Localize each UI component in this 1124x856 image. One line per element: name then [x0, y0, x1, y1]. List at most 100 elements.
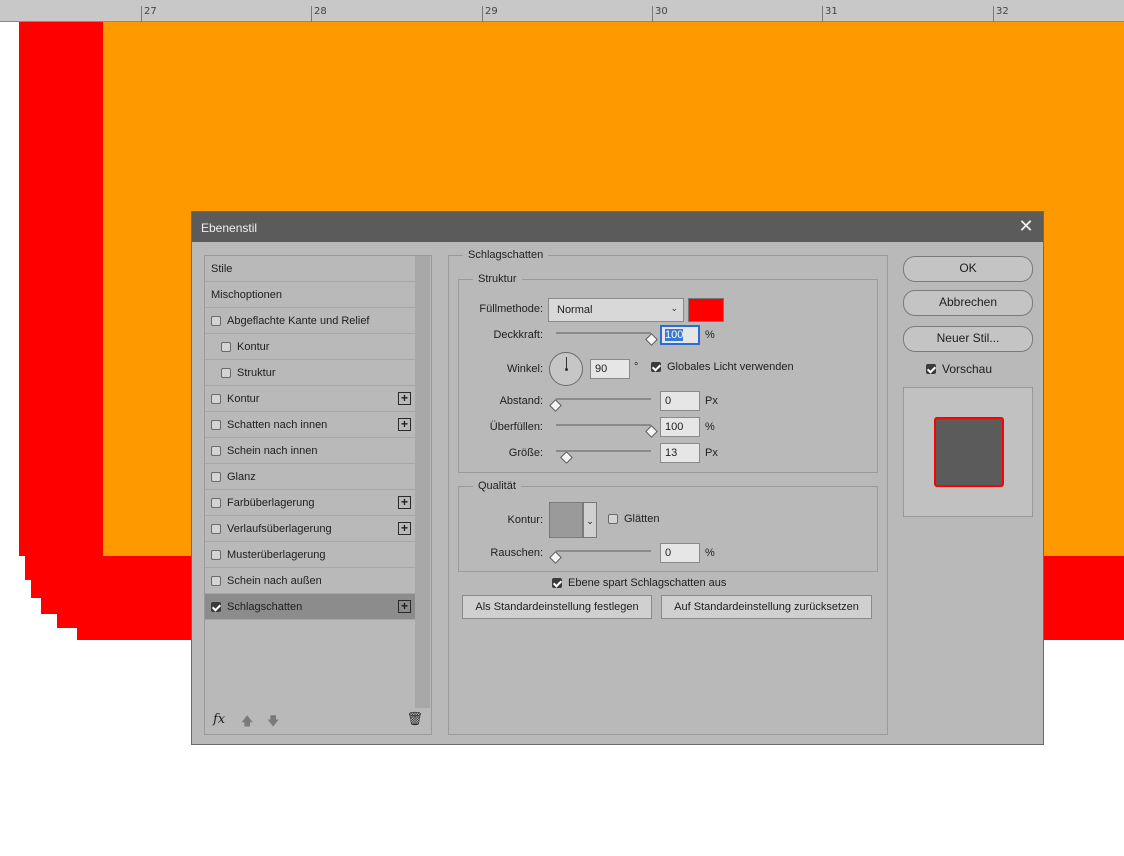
style-item-10[interactable]: Verlaufsüberlagerung +	[205, 516, 415, 542]
ruler-label: 32	[996, 6, 1009, 17]
opacity-slider-track[interactable]	[556, 332, 651, 334]
style-checkbox[interactable]	[211, 575, 221, 586]
distance-input[interactable]: 0	[660, 391, 700, 411]
layer-style-dialog: Ebenenstil ✕ Stile Mischoptionen Abgeflach…	[191, 211, 1044, 745]
ruler-label: 28	[314, 6, 327, 17]
style-checkbox[interactable]	[221, 341, 231, 352]
opacity-slider-knob[interactable]	[645, 333, 658, 346]
style-item-11[interactable]: Musterüberlagerung	[205, 542, 415, 568]
opacity-input[interactable]: 100	[660, 325, 700, 345]
size-label: Größe:	[508, 447, 543, 459]
global-light-checkbox[interactable]	[651, 362, 661, 372]
quality-group: Qualität Kontur: ⌄ Glätten Rauschen: 0 %	[458, 480, 878, 572]
opacity-label: Deckkraft:	[493, 329, 543, 341]
reset-default-button[interactable]: Auf Standardeinstellung zurücksetzen	[661, 595, 872, 619]
preview-checkbox[interactable]	[926, 364, 936, 374]
style-checkbox[interactable]	[211, 471, 221, 482]
style-checkbox[interactable]	[211, 393, 221, 404]
styles-footer: fx 🡅 🡇 🗑	[211, 710, 425, 730]
angle-dial-center	[565, 368, 568, 371]
contour-label: Kontur:	[507, 514, 543, 526]
style-item-6[interactable]: Schatten nach innen +	[205, 412, 415, 438]
spread-input[interactable]: 100	[660, 417, 700, 437]
style-checkbox[interactable]	[221, 367, 231, 378]
dialog-titlebar[interactable]: Ebenenstil ✕	[192, 212, 1043, 242]
style-item-label: Abgeflachte Kante und Relief	[227, 314, 370, 327]
ok-button[interactable]: OK	[903, 256, 1033, 282]
style-item-1[interactable]: Mischoptionen	[205, 282, 415, 308]
style-checkbox[interactable]	[211, 445, 221, 456]
preview-thumbnail	[934, 417, 1004, 487]
style-item-13[interactable]: Schlagschatten +	[205, 594, 415, 620]
style-item-2[interactable]: Abgeflachte Kante und Relief	[205, 308, 415, 334]
add-effect-icon[interactable]: +	[398, 522, 411, 535]
distance-slider-knob[interactable]	[549, 399, 562, 412]
knockout-option[interactable]: Ebene spart Schlagschatten aus	[552, 577, 726, 589]
style-item-3[interactable]: Kontur	[205, 334, 415, 360]
style-checkbox[interactable]	[211, 497, 221, 508]
style-item-8[interactable]: Glanz	[205, 464, 415, 490]
angle-dial[interactable]	[549, 352, 583, 386]
chevron-down-icon[interactable]: ⌄	[583, 502, 597, 538]
add-effect-icon[interactable]: +	[398, 392, 411, 405]
size-input[interactable]: 13	[660, 443, 700, 463]
close-icon[interactable]: ✕	[1017, 217, 1035, 235]
blend-mode-value: Normal	[557, 304, 593, 316]
global-light-option[interactable]: Globales Licht verwenden	[651, 361, 794, 373]
fx-icon[interactable]: fx	[213, 712, 225, 727]
blend-mode-select[interactable]: Normal ⌄	[548, 298, 684, 322]
spread-slider-knob[interactable]	[645, 425, 658, 438]
quality-legend: Qualität	[473, 480, 521, 492]
style-checkbox[interactable]	[211, 419, 221, 430]
make-default-button[interactable]: Als Standardeinstellung festlegen	[462, 595, 652, 619]
blend-mode-label: Füllmethode:	[479, 303, 543, 315]
add-effect-icon[interactable]: +	[398, 600, 411, 613]
angle-input[interactable]: 90	[590, 359, 630, 379]
knockout-checkbox[interactable]	[552, 578, 562, 588]
cancel-button[interactable]: Abbrechen	[903, 290, 1033, 316]
style-checkbox[interactable]	[211, 523, 221, 534]
styles-list: Stile Mischoptionen Abgeflachte Kante und …	[205, 256, 415, 620]
antialias-option[interactable]: Glätten	[608, 513, 659, 525]
trash-icon[interactable]: 🗑	[406, 711, 423, 727]
preview-option[interactable]: Vorschau	[926, 362, 992, 376]
styles-scrollbar[interactable]	[415, 256, 430, 708]
style-checkbox[interactable]	[211, 315, 221, 326]
style-checkbox[interactable]	[211, 549, 221, 560]
style-item-4[interactable]: Struktur	[205, 360, 415, 386]
add-effect-icon[interactable]: +	[398, 496, 411, 509]
style-item-label: Mischoptionen	[211, 288, 282, 301]
style-item-5[interactable]: Kontur +	[205, 386, 415, 412]
move-down-icon[interactable]: 🡇	[267, 712, 279, 733]
move-up-icon[interactable]: 🡅	[241, 712, 253, 733]
style-item-7[interactable]: Schein nach innen	[205, 438, 415, 464]
size-slider-track[interactable]	[556, 450, 651, 452]
distance-slider-track[interactable]	[556, 398, 651, 400]
antialias-checkbox[interactable]	[608, 514, 618, 524]
style-item-label: Glanz	[227, 470, 256, 483]
ruler-tick	[482, 6, 483, 22]
shadow-color-swatch[interactable]	[688, 298, 724, 322]
style-item-12[interactable]: Schein nach außen	[205, 568, 415, 594]
canvas-red-shape-left	[19, 22, 103, 640]
style-item-label: Schein nach außen	[227, 574, 322, 587]
new-style-button[interactable]: Neuer Stil...	[903, 326, 1033, 352]
noise-slider-track[interactable]	[556, 550, 651, 552]
add-effect-icon[interactable]: +	[398, 418, 411, 431]
spread-slider-track[interactable]	[556, 424, 651, 426]
style-item-0[interactable]: Stile	[205, 256, 415, 282]
noise-label: Rauschen:	[490, 547, 543, 559]
style-checkbox[interactable]	[211, 601, 221, 612]
noise-input[interactable]: 0	[660, 543, 700, 563]
contour-preview[interactable]	[549, 502, 583, 538]
noise-slider-knob[interactable]	[549, 551, 562, 564]
style-item-label: Farbüberlagerung	[227, 496, 315, 509]
angle-label: Winkel:	[506, 363, 543, 375]
ruler-tick	[141, 6, 142, 22]
distance-label: Abstand:	[499, 395, 543, 407]
style-item-label: Schatten nach innen	[227, 418, 328, 431]
section-title: Schlagschatten	[463, 249, 549, 261]
dialog-title: Ebenenstil	[201, 221, 258, 235]
size-slider-knob[interactable]	[560, 451, 573, 464]
style-item-9[interactable]: Farbüberlagerung +	[205, 490, 415, 516]
